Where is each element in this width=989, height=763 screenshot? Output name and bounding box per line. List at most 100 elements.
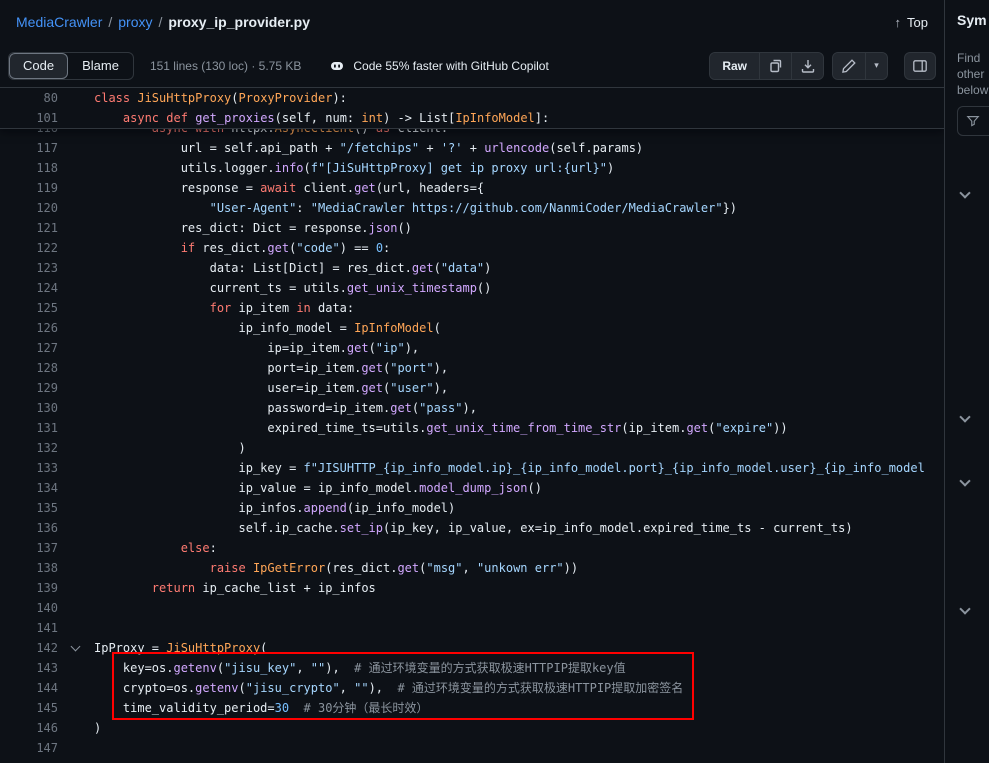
- fold-spacer: [58, 158, 94, 178]
- line-number[interactable]: 117: [0, 138, 58, 158]
- code-line: 123 data: List[Dict] = res_dict.get("dat…: [0, 258, 944, 278]
- file-toolbar: Code Blame 151 lines (130 loc) · 5.75 KB…: [0, 44, 944, 88]
- line-number[interactable]: 118: [0, 158, 58, 178]
- fold-spacer: [58, 498, 94, 518]
- code-line: 120 "User-Agent": "MediaCrawler https://…: [0, 198, 944, 218]
- tab-blame[interactable]: Blame: [68, 53, 133, 79]
- line-number[interactable]: 120: [0, 198, 58, 218]
- line-number[interactable]: 80: [0, 88, 58, 108]
- line-number[interactable]: 135: [0, 498, 58, 518]
- line-number[interactable]: 133: [0, 458, 58, 478]
- code-line: 128 port=ip_item.get("port"),: [0, 358, 944, 378]
- code-text: expired_time_ts=utils.get_unix_time_from…: [94, 418, 788, 438]
- line-number[interactable]: 101: [0, 108, 58, 128]
- code-line: 119 response = await client.get(url, hea…: [0, 178, 944, 198]
- copy-button[interactable]: [759, 53, 791, 79]
- line-number[interactable]: 142: [0, 638, 58, 658]
- line-number[interactable]: 122: [0, 238, 58, 258]
- line-number[interactable]: 139: [0, 578, 58, 598]
- line-number[interactable]: 130: [0, 398, 58, 418]
- fold-spacer: [58, 418, 94, 438]
- breadcrumb-repo-link[interactable]: MediaCrawler: [16, 14, 102, 30]
- arrow-up-icon: ↑: [895, 15, 902, 30]
- fold-spacer: [58, 478, 94, 498]
- file-stats: 151 lines (130 loc) · 5.75 KB: [150, 59, 301, 73]
- line-number[interactable]: 127: [0, 338, 58, 358]
- symbols-panel-title: Sym: [957, 12, 987, 28]
- edit-options-dropdown[interactable]: ▾: [865, 53, 887, 79]
- code-area: 116 async with httpx.AsyncClient() as cl…: [0, 88, 944, 763]
- line-number[interactable]: 132: [0, 438, 58, 458]
- fold-spacer: [58, 698, 94, 718]
- symbol-section-chevron-icon[interactable]: [959, 475, 970, 486]
- panel-icon: [912, 58, 928, 74]
- fold-spacer: [58, 138, 94, 158]
- fold-spacer: [58, 738, 94, 758]
- code-line: 131 expired_time_ts=utils.get_unix_time_…: [0, 418, 944, 438]
- fold-spacer: [58, 438, 94, 458]
- fold-spacer: [58, 598, 94, 618]
- code-blame-switcher: Code Blame: [8, 52, 134, 80]
- code-line: 124 current_ts = utils.get_unix_timestam…: [0, 278, 944, 298]
- code-line: 126 ip_info_model = IpInfoModel(: [0, 318, 944, 338]
- fold-spacer: [58, 258, 94, 278]
- symbols-desc-line: other: [957, 66, 988, 82]
- back-to-top-link[interactable]: ↑ Top: [895, 15, 928, 30]
- code-text: async def get_proxies(self, num: int) ->…: [94, 108, 549, 128]
- line-number[interactable]: 145: [0, 698, 58, 718]
- symbol-section-chevron-icon[interactable]: [959, 187, 970, 198]
- fold-chevron-icon[interactable]: [58, 638, 94, 658]
- code-line: 146): [0, 718, 944, 738]
- code-text: crypto=os.getenv("jisu_crypto", ""), # 通…: [94, 678, 683, 698]
- file-header: MediaCrawler / proxy / proxy_ip_provider…: [0, 0, 944, 44]
- line-number[interactable]: 125: [0, 298, 58, 318]
- symbol-section-chevron-icon[interactable]: [959, 411, 970, 422]
- edit-file-button[interactable]: [833, 53, 865, 79]
- code-text: return ip_cache_list + ip_infos: [94, 578, 376, 598]
- code-text: response = await client.get(url, headers…: [94, 178, 484, 198]
- copilot-banner[interactable]: Code 55% faster with GitHub Copilot: [329, 58, 548, 74]
- fold-spacer: [58, 538, 94, 558]
- line-number[interactable]: 129: [0, 378, 58, 398]
- code-lines: 116 async with httpx.AsyncClient() as cl…: [0, 118, 944, 758]
- line-number[interactable]: 124: [0, 278, 58, 298]
- raw-button[interactable]: Raw: [710, 53, 759, 79]
- code-text: res_dict: Dict = response.json(): [94, 218, 412, 238]
- code-text: ): [94, 718, 101, 738]
- code-text: ip=ip_item.get("ip"),: [94, 338, 419, 358]
- line-number[interactable]: 141: [0, 618, 58, 638]
- symbols-panel-toggle-button[interactable]: [904, 52, 936, 80]
- code-text: current_ts = utils.get_unix_timestamp(): [94, 278, 491, 298]
- line-number[interactable]: 137: [0, 538, 58, 558]
- symbols-panel-description: Find other below: [957, 50, 988, 98]
- fold-spacer: [58, 658, 94, 678]
- fold-spacer: [58, 218, 94, 238]
- line-number[interactable]: 121: [0, 218, 58, 238]
- line-number[interactable]: 144: [0, 678, 58, 698]
- line-number[interactable]: 131: [0, 418, 58, 438]
- line-number[interactable]: 119: [0, 178, 58, 198]
- code-line: 147: [0, 738, 944, 758]
- symbols-desc-line: below: [957, 82, 988, 98]
- line-number[interactable]: 136: [0, 518, 58, 538]
- line-number[interactable]: 138: [0, 558, 58, 578]
- breadcrumb-folder-link[interactable]: proxy: [118, 14, 152, 30]
- code-line: 129 user=ip_item.get("user"),: [0, 378, 944, 398]
- code-line: 133 ip_key = f"JISUHTTP_{ip_info_model.i…: [0, 458, 944, 478]
- line-number[interactable]: 147: [0, 738, 58, 758]
- fold-spacer: [58, 718, 94, 738]
- line-number[interactable]: 143: [0, 658, 58, 678]
- line-number[interactable]: 134: [0, 478, 58, 498]
- code-line: 142IpProxy = JiSuHttpProxy(: [0, 638, 944, 658]
- line-number[interactable]: 128: [0, 358, 58, 378]
- code-line: 137 else:: [0, 538, 944, 558]
- tab-code[interactable]: Code: [9, 53, 68, 79]
- line-number[interactable]: 126: [0, 318, 58, 338]
- download-button[interactable]: [791, 53, 823, 79]
- symbol-section-chevron-icon[interactable]: [959, 603, 970, 614]
- line-number[interactable]: 123: [0, 258, 58, 278]
- line-number[interactable]: 140: [0, 598, 58, 618]
- line-number[interactable]: 146: [0, 718, 58, 738]
- filter-symbols-input[interactable]: [957, 106, 989, 136]
- breadcrumb-separator: /: [108, 14, 112, 30]
